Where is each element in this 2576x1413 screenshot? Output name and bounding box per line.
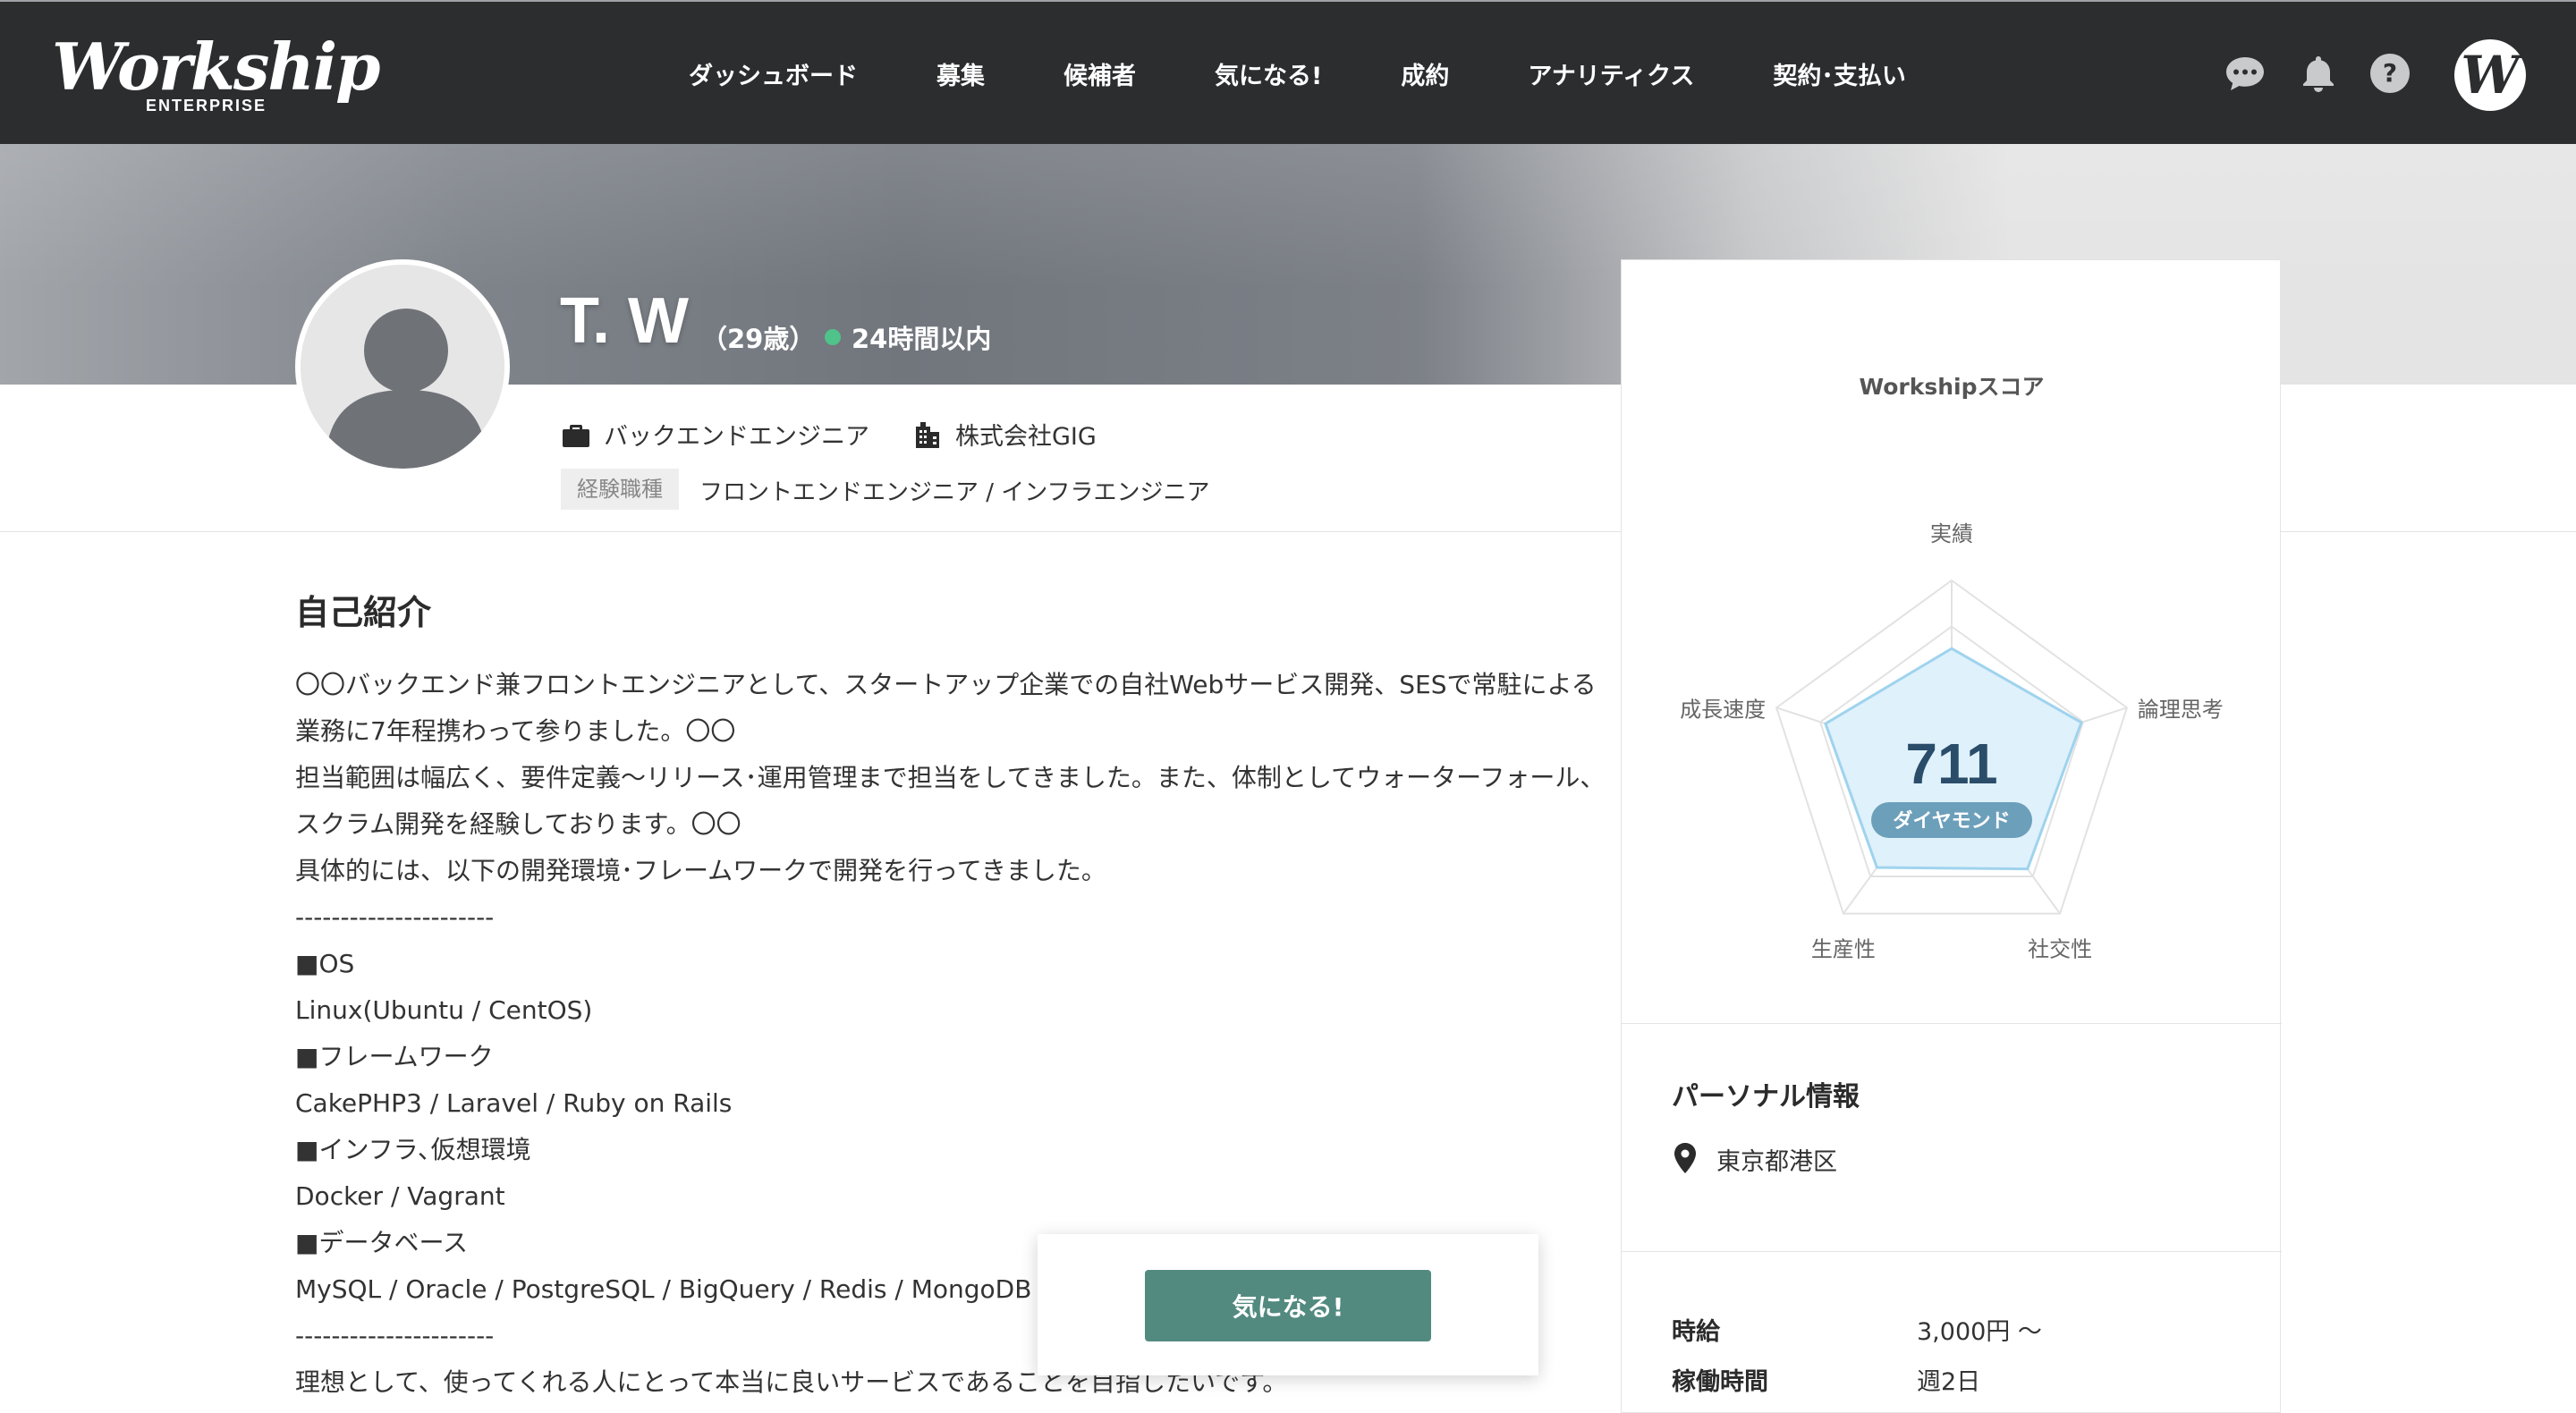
location-pin-icon [1674, 1143, 1696, 1173]
hourly-rate-value: 3,000円 〜 [1917, 1318, 2042, 1346]
hourly-rate-label: 時給 [1672, 1318, 1720, 1346]
experience-roles: フロントエンドエンジニア / インフラエンジニア [699, 479, 1210, 506]
nav-item-dashboard[interactable]: ダッシュボード [689, 56, 858, 91]
job-title: バックエンドエンジニア [604, 423, 869, 451]
intro-line: CakePHP3 / Laravel / Ruby on Rails [295, 1088, 733, 1118]
workship-logo[interactable]: Workship ENTERPRISE [52, 29, 380, 118]
intro-line: 具体的には、以下の開発環境･フレームワークで開発を行ってきました。 [295, 856, 1106, 885]
candidate-age: （29歳） [701, 324, 816, 354]
intro-line: 業務に7年程携わって参りました。〇〇 [295, 716, 736, 746]
top-navigation: Workship ENTERPRISE ダッシュボード 募集 候補者 気になる!… [0, 0, 2576, 144]
online-status-dot [825, 329, 841, 345]
self-intro-title: 自己紹介 [295, 593, 432, 632]
working-hours-value: 週2日 [1917, 1368, 1981, 1396]
axis-label-sociability: 社交性 [2028, 937, 2092, 962]
intro-line: ■OS [295, 949, 355, 978]
briefcase-icon [563, 424, 589, 447]
online-status-text: 24時間以内 [852, 324, 992, 354]
logo-wordmark: Workship [52, 29, 380, 105]
personal-info-title: パーソナル情報 [1672, 1081, 1860, 1113]
intro-line: Linux(Ubuntu / CentOS) [295, 995, 593, 1025]
axis-label-results: 実績 [1930, 521, 1973, 546]
location-text: 東京都港区 [1716, 1148, 1837, 1176]
svg-text:?: ? [2383, 58, 2397, 88]
candidate-summary-card: Workshipスコア 実績 論理思考 社交性 生産性 成長速度 711 ダイヤ… [1621, 259, 2282, 1413]
card-divider [1622, 1023, 2282, 1024]
chat-icon[interactable] [2224, 52, 2267, 95]
intro-line: スクラム開発を経験しております。〇〇 [295, 809, 741, 839]
intro-line: Docker / Vagrant [295, 1181, 505, 1211]
nav-item-payments[interactable]: 契約･支払い [1773, 56, 1906, 91]
account-avatar-letter: W [2461, 45, 2520, 106]
main-menu: ダッシュボード 募集 候補者 気になる! 成約 アナリティクス 契約･支払い [689, 2, 1985, 146]
intro-line: 担当範囲は幅広く、要件定義〜リリース･運用管理まで担当をしてきました。また、体制… [295, 763, 1606, 792]
company-name: 株式会社GIG [955, 423, 1097, 451]
intro-line: ■フレームワーク [295, 1042, 494, 1071]
nav-item-favorites[interactable]: 気になる! [1215, 56, 1322, 91]
nav-item-contracts-closed[interactable]: 成約 [1401, 56, 1449, 91]
experience-tag: 経験職種 [561, 469, 679, 510]
building-icon [916, 421, 939, 448]
nav-item-analytics[interactable]: アナリティクス [1528, 56, 1694, 91]
job-title-row: バックエンドエンジニア [561, 417, 869, 452]
logo-subtitle: ENTERPRISE [146, 97, 267, 114]
profile-avatar [295, 259, 510, 474]
nav-item-candidates[interactable]: 候補者 [1063, 56, 1136, 91]
floating-action-bar: 気になる! [1038, 1234, 1538, 1375]
candidate-name: T. W [560, 285, 689, 357]
score-value: 711 [1905, 732, 1997, 796]
rank-badge-label: ダイヤモンド [1893, 809, 2010, 833]
axis-label-logical-thinking: 論理思考 [2138, 697, 2224, 722]
card-divider [1622, 1251, 2282, 1252]
score-radar-chart: 実績 論理思考 社交性 生産性 成長速度 711 ダイヤモンド [1680, 521, 2224, 962]
intro-line: ■インフラ､仮想環境 [295, 1135, 531, 1164]
axis-label-productivity: 生産性 [1811, 937, 1876, 962]
company-row: 株式会社GIG [912, 417, 1097, 452]
notification-bell-icon[interactable] [2297, 52, 2340, 95]
axis-label-growth-speed: 成長速度 [1680, 697, 1766, 722]
nav-item-recruitment[interactable]: 募集 [936, 56, 985, 91]
intro-line: 〇〇バックエンド兼フロントエンジニアとして、スタートアップ企業での自社Webサー… [295, 670, 1597, 699]
default-user-icon [301, 265, 504, 469]
favorite-button[interactable]: 気になる! [1145, 1270, 1431, 1341]
working-hours-label: 稼働時間 [1672, 1368, 1768, 1396]
account-avatar[interactable]: W [2454, 39, 2526, 111]
intro-line: ---------------------- [295, 902, 495, 932]
help-icon[interactable]: ? [2368, 52, 2411, 95]
